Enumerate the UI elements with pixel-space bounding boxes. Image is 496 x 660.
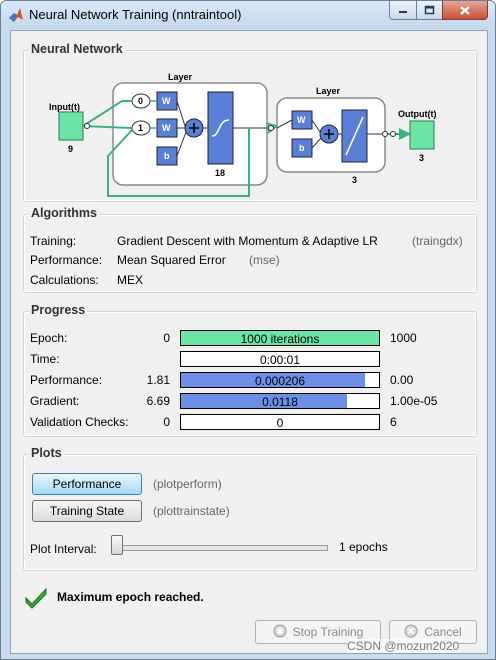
progress-bar-text: 0.000206 (254, 374, 306, 388)
weight-w1-label: W (162, 96, 171, 106)
plot-interval-track[interactable] (118, 545, 328, 551)
calculations-value: MEX (117, 273, 144, 287)
performance-label: Performance: (30, 253, 103, 267)
progress-row-start: 0 (163, 331, 170, 345)
stop-icon (273, 624, 287, 638)
stop-training-label: Stop Training (292, 625, 364, 639)
training-value: Gradient Descent with Momentum & Adaptiv… (117, 234, 378, 248)
plot-training-state-button[interactable]: Training State (32, 500, 142, 522)
progress-bar-text: 0 (276, 416, 284, 430)
output-node (409, 120, 435, 150)
cancel-icon (404, 624, 418, 638)
progress-row-end: 1.00e-05 (390, 394, 438, 408)
algorithms-title: Algorithms (29, 206, 99, 220)
progress-bar-text: 1000 iterations (240, 332, 320, 346)
cancel-label: Cancel (424, 625, 462, 639)
performance-value: Mean Squared Error (117, 253, 226, 267)
maximize-button[interactable] (416, 1, 443, 20)
layer2-label: Layer (316, 86, 341, 96)
calculations-label: Calculations: (30, 273, 99, 287)
output-size: 3 (419, 153, 425, 163)
bias1-label: b (164, 151, 170, 161)
neural-network-panel: Neural Network Input(t) 9 Layer 0 1 W W … (23, 42, 477, 202)
progress-bar: 0 (180, 414, 380, 430)
weight-w2-label: W (162, 123, 171, 133)
performance-code: (mse) (249, 253, 280, 267)
progress-title: Progress (29, 303, 88, 317)
watermark: CSDN @mozun2020 (347, 639, 460, 653)
progress-row-end: 0.00 (390, 373, 414, 387)
progress-row-end: 6 (390, 415, 397, 429)
weight-w3-label: W (297, 115, 306, 125)
minimize-icon (399, 11, 407, 13)
progress-bar: 0:00:01 (180, 351, 380, 367)
network-diagram (58, 82, 435, 197)
plots-panel: Plots Performance (plotperform) Training… (23, 446, 477, 571)
title-bar[interactable]: Neural Network Training (nntraintool) (1, 1, 495, 29)
plot-performance-code: (plotperform) (153, 477, 222, 491)
progress-row-label: Validation Checks: (30, 415, 129, 429)
input-size: 9 (68, 144, 74, 154)
app-window: Neural Network Training (nntraintool) Ne… (0, 0, 496, 660)
window-title: Neural Network Training (nntraintool) (29, 7, 242, 22)
progress-bar: 1000 iterations (180, 330, 380, 346)
progress-bar-text: 0:00:01 (259, 353, 301, 367)
plot-interval-label: Plot Interval: (30, 542, 97, 556)
output-label: Output(t) (398, 109, 437, 119)
progress-row-label: Epoch: (30, 331, 68, 345)
plot-interval-slider-thumb[interactable] (111, 535, 123, 555)
layer1-size: 18 (215, 168, 226, 178)
progress-row-start: 6.69 (146, 394, 170, 408)
progress-row-end: 1000 (390, 331, 417, 345)
progress-row-start: 1.81 (146, 373, 170, 387)
minimize-button[interactable] (389, 1, 417, 20)
maximize-icon (424, 5, 435, 15)
input-node (58, 111, 84, 141)
delay1-label: 1 (138, 123, 144, 133)
progress-row-start: 0 (163, 415, 170, 429)
plots-title: Plots (29, 446, 64, 460)
progress-row-label: Time: (30, 352, 60, 366)
progress-bar-text: 0.0118 (262, 395, 298, 409)
training-label: Training: (30, 234, 77, 248)
layer2-size: 3 (352, 175, 358, 185)
client-area: Neural Network Input(t) 9 Layer 0 1 W W … (10, 30, 488, 654)
progress-row-label: Performance: (30, 373, 103, 387)
plot-interval-value: 1 epochs (339, 540, 388, 554)
matlab-icon (9, 8, 23, 22)
progress-panel: Progress Epoch: 0 1000 iterations 1000 Time:… (23, 303, 477, 437)
delay0-label: 0 (138, 96, 144, 106)
plot-training-state-code: (plottrainstate) (153, 504, 230, 518)
progress-row-label: Gradient: (30, 394, 80, 408)
algorithms-panel: Algorithms Training: Gradient Descent wi… (23, 206, 477, 293)
check-icon (25, 587, 47, 609)
layer1-label: Layer (168, 72, 193, 82)
plot-performance-button[interactable]: Performance (32, 473, 142, 495)
close-icon (460, 5, 470, 15)
training-code: (traingdx) (412, 234, 463, 248)
status-message: Maximum epoch reached. (57, 590, 204, 604)
close-button[interactable] (442, 1, 488, 20)
bias2-label: b (299, 143, 305, 153)
progress-bar: 0.000206 (180, 372, 380, 388)
input-label: Input(t) (49, 102, 80, 112)
progress-bar: 0.0118 (180, 393, 380, 409)
